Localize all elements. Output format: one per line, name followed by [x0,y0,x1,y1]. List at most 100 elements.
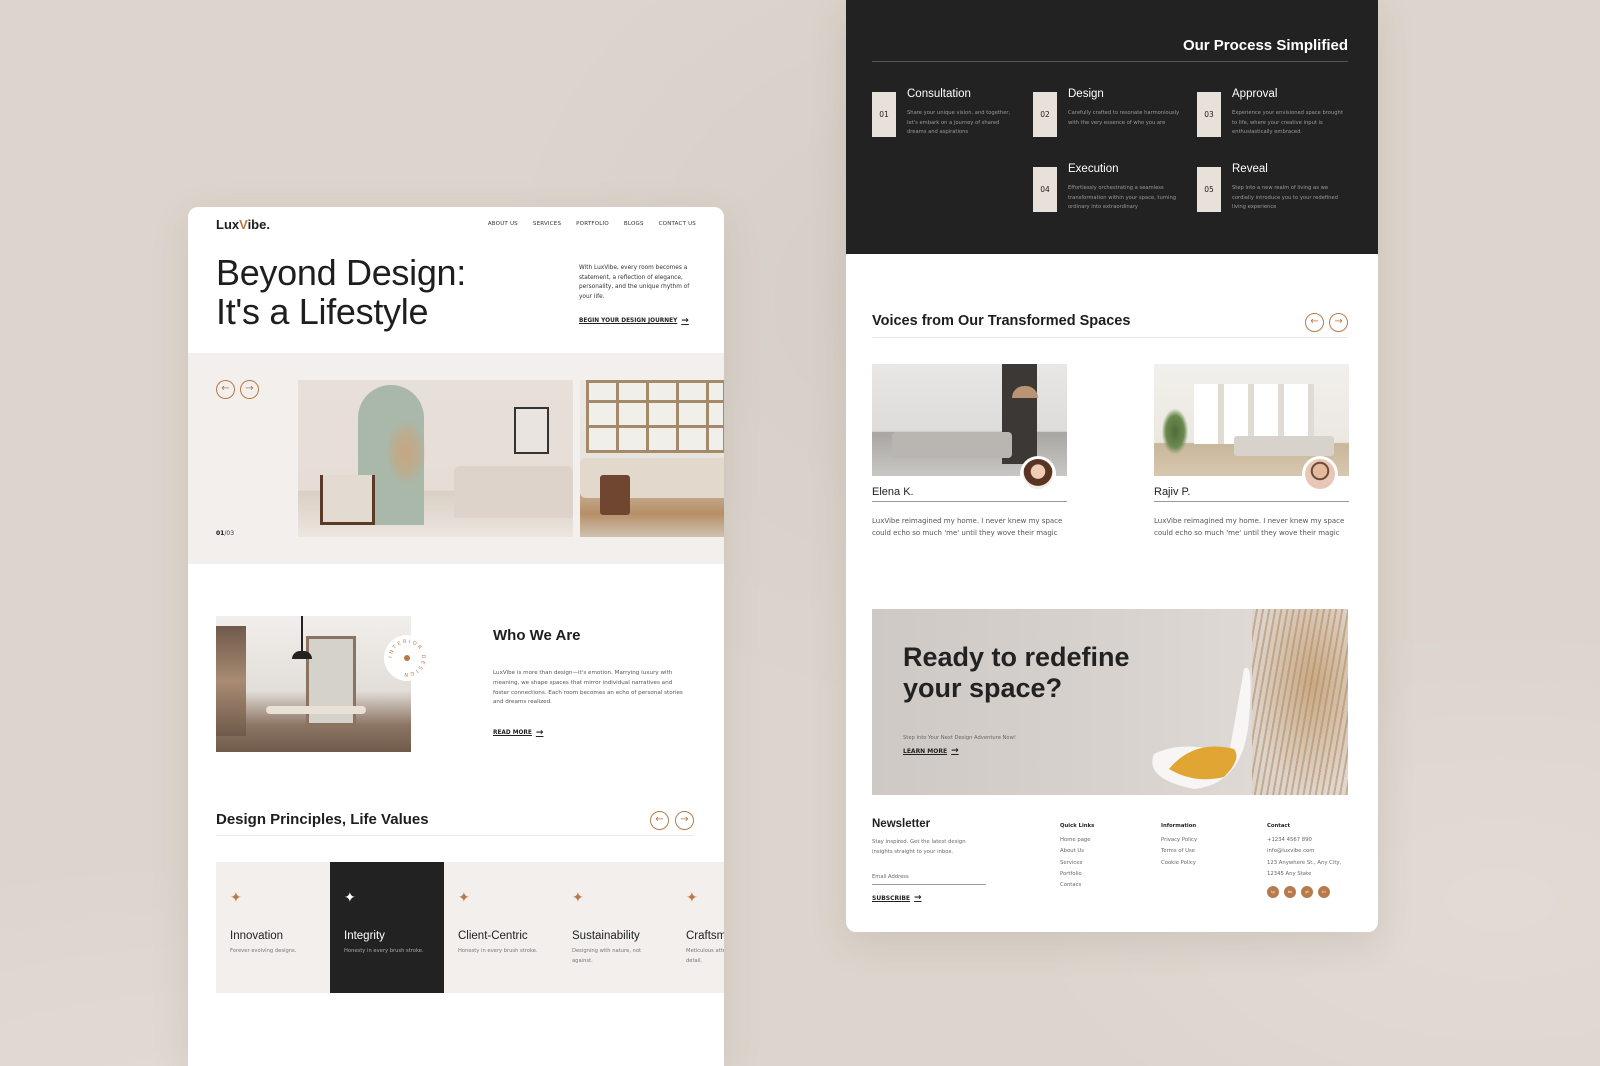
counter-total: /03 [224,530,235,537]
arrow-right-icon: → [245,383,254,394]
footer-link-about[interactable]: About Us [1060,846,1094,857]
process-page-mockup: Our Process Simplified 01 Consultation S… [846,0,1378,932]
footer-link-cookie[interactable]: Cookie Policy [1161,858,1197,869]
principles-prev-button[interactable]: ← [650,811,669,830]
dining-room-image [216,616,411,752]
logo[interactable]: LuxVibe. [216,217,270,232]
arrow-right-icon: → [914,893,922,903]
contact-email[interactable]: info@luxvibe.com [1267,846,1341,857]
home-page-mockup: LuxVibe. ABOUT US SERVICES PORTFOLIO BLO… [188,207,724,1066]
column-heading: Information [1161,823,1197,829]
principle-card-client-centric[interactable]: ✦ Client-Centric Honesty in every brush … [444,862,558,993]
contact-phone: +1234 4567 890 [1267,837,1312,843]
sparkle-icon: ✦ [230,890,242,906]
step-title: Reveal [1232,163,1268,175]
step-title: Execution [1068,163,1119,175]
quick-links-column: Quick Links Home page About Us Services … [1060,823,1094,891]
principle-card-craftsmanship[interactable]: ✦ Craftsmanship Meticulous attention to … [672,862,724,993]
sofa [1234,436,1334,456]
process-step-consultation: 01 Consultation Share your unique vision… [872,88,1032,142]
contact-column: Contact +1234 4567 890 info@luxvibe.com … [1267,823,1342,899]
principle-title: Craftsmanship [686,930,724,942]
email-field[interactable] [872,870,986,885]
sofa [892,432,1012,458]
step-number: 03 [1197,92,1221,137]
gallery-next-button[interactable]: → [240,380,259,399]
testimonials-next-button[interactable]: → [1329,313,1348,332]
nav-portfolio[interactable]: PORTFOLIO [576,221,609,227]
linkedin-icon[interactable]: in [1318,886,1330,899]
principle-desc: Honesty in every brush stroke. [458,948,538,954]
side-table [600,475,630,515]
sparkle-icon: ✦ [458,890,470,906]
cta-subtitle: Step into Your Next Design Adventure Now… [903,735,1016,741]
principle-desc: Forever evolving designs. [230,948,297,954]
sofa [454,466,573,518]
footer: Newsletter Stay inspired. Get the latest… [846,810,1378,932]
principle-title: Innovation [230,930,284,942]
nav-contact-us[interactable]: CONTACT US [659,221,696,227]
twitter-icon[interactable]: tw [1284,886,1296,899]
social-links: ig tw yt in [1267,886,1341,899]
read-more-link[interactable]: READ MORE → [493,728,543,738]
divider [872,337,1348,338]
sparkle-icon: ✦ [686,890,698,906]
principle-desc: Honesty in every brush stroke. [344,948,424,954]
nav-about-us[interactable]: ABOUT US [488,221,518,227]
gallery-image-living-room-window[interactable] [580,380,724,537]
cta-title-line2: your space? [903,673,1063,703]
pendant-lamp [292,616,312,659]
hero-description: With LuxVibe, every room becomes a state… [579,265,690,300]
footer-link-home[interactable]: Home page [1060,835,1094,846]
cta-title-line1: Ready to redefine [903,642,1130,672]
column-heading: Quick Links [1060,823,1095,829]
principle-desc: Meticulous attention to every detail. [686,948,724,964]
begin-journey-link[interactable]: BEGIN YOUR DESIGN JOURNEY → [579,316,689,326]
step-title: Approval [1232,88,1278,100]
principle-card-sustainability[interactable]: ✦ Sustainability Designing with nature, … [558,862,672,993]
youtube-icon[interactable]: yt [1301,886,1313,899]
step-title: Consultation [907,88,971,100]
shelf [216,626,246,736]
footer-link-terms[interactable]: Terms of Use [1161,846,1197,857]
principle-card-integrity[interactable]: ✦ Integrity Honesty in every brush strok… [330,862,444,993]
divider [872,61,1348,62]
process-step-approval: 03 Approval Experience your envisioned s… [1197,88,1357,142]
hero-title-line1: Beyond Design: [216,252,466,293]
principle-card-innovation[interactable]: ✦ Innovation Forever evolving designs. [216,862,330,993]
armchair [320,475,375,525]
arrow-left-icon: ← [221,383,230,394]
cta-banner: Ready to redefine your space? Step into … [872,609,1348,795]
step-number: 04 [1033,167,1057,212]
hero-title-line2: It's a Lifestyle [216,291,429,332]
process-title: Our Process Simplified [1182,37,1348,54]
badge-dot [404,655,410,661]
principle-desc: Designing with nature, not against. [572,948,642,964]
footer-link-contacts[interactable]: Contacs [1060,880,1094,891]
nav-services[interactable]: SERVICES [533,221,561,227]
footer-link-services[interactable]: Services [1060,858,1094,869]
testimonials-prev-button[interactable]: ← [1305,313,1324,332]
step-number: 05 [1197,167,1221,212]
footer-link-portfolio[interactable]: Portfolio [1060,869,1094,880]
arrow-right-icon: → [535,728,544,738]
nav-links: ABOUT US SERVICES PORTFOLIO BLOGS CONTAC… [488,221,696,227]
step-desc: Share your unique vision, and together, … [907,110,1011,135]
footer-link-privacy[interactable]: Privacy Policy [1161,835,1197,846]
gallery-prev-button[interactable]: ← [216,380,235,399]
pampas-plant [386,420,426,485]
principle-title: Client-Centric [458,930,528,942]
step-title: Design [1068,88,1104,100]
nav-blogs[interactable]: BLOGS [624,221,644,227]
read-more-label: READ MORE [493,730,532,736]
testimonial-card: Elena K. LuxVibe reimagined my home. I n… [872,364,1067,540]
chair-illustration [1152,667,1251,789]
principles-next-button[interactable]: → [675,811,694,830]
contact-address-line1: 123 Anywhere St., Any City, [1267,859,1342,866]
instagram-icon[interactable]: ig [1267,886,1279,899]
arrow-left-icon: ← [655,814,664,825]
pampas-decoration [1252,609,1348,795]
subscribe-button[interactable]: SUBSCRIBE → [872,893,922,903]
gallery-image-living-room-arch[interactable] [298,380,573,537]
learn-more-link[interactable]: LEARN MORE → [903,746,959,756]
